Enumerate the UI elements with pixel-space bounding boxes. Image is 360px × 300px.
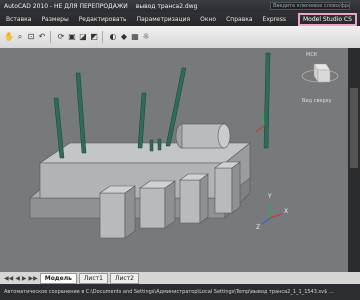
tab-model[interactable]: Модель	[39, 272, 77, 284]
menu-item-parametric[interactable]: Параметризация	[137, 16, 191, 23]
menu-item-modify[interactable]: Редактировать	[79, 16, 127, 23]
document-name: вывод транса2.dwg	[135, 2, 198, 10]
ucs-x-label: X	[284, 208, 289, 215]
drawing-viewport[interactable]: МСК Вид сверху X Y Z	[0, 48, 348, 272]
zoom-realtime-icon[interactable]: ⌕	[15, 32, 25, 42]
camera-icon[interactable]: ▣	[67, 32, 77, 42]
menu-item-model-studio[interactable]: Model Studio CS	[297, 12, 357, 26]
tab-next-icon[interactable]: ▶	[22, 275, 27, 282]
materials-icon[interactable]: ▦	[130, 32, 140, 42]
lights-icon[interactable]: ☼	[141, 32, 151, 42]
visual-style-icon[interactable]: ◐	[108, 32, 118, 42]
tab-prev-icon[interactable]: ◀	[15, 275, 20, 282]
viewcube	[301, 63, 339, 83]
toolbar-separator	[50, 31, 54, 43]
tab-last-icon[interactable]: ▶▶	[28, 275, 37, 282]
menu-item-insert[interactable]: Вставка	[6, 16, 31, 23]
search-input[interactable]: Введите ключевое слово/фразу	[270, 2, 350, 10]
app-title: AutoCAD 2010 - НЕ ДЛЯ ПЕРЕПРОДАЖИ	[4, 2, 128, 10]
pan-icon[interactable]: ✋	[4, 32, 14, 42]
zoom-window-icon[interactable]: ⊡	[26, 32, 36, 42]
ucs-icon	[261, 203, 283, 225]
toolbar: ✋ ⌕ ⊡ ↶ ⟳ ▣ ◪ ◩ ◐ ◆ ▦ ☼	[0, 26, 360, 48]
walk-icon[interactable]: ◪	[78, 32, 88, 42]
ucs-y-label: Y	[268, 193, 272, 200]
ucs-z-label: Z	[256, 224, 261, 231]
status-text: Автоматическое сохранение в C:\Documents…	[4, 289, 334, 295]
menu-item-dimensions[interactable]: Размеры	[41, 16, 68, 23]
vertical-scrollbar[interactable]	[348, 48, 360, 272]
zoom-previous-icon[interactable]: ↶	[37, 32, 47, 42]
model-view	[29, 52, 339, 239]
fly-icon[interactable]: ◩	[89, 32, 99, 42]
menu-item-window[interactable]: Окно	[200, 16, 216, 23]
menu-item-help[interactable]: Справка	[226, 16, 252, 23]
menu-bar: Вставка Размеры Редактировать Параметриз…	[0, 12, 360, 26]
tab-layout1[interactable]: Лист1	[78, 272, 108, 284]
tab-layout2[interactable]: Лист2	[109, 272, 139, 284]
status-bar: Автоматическое сохранение в C:\Documents…	[0, 284, 360, 300]
toolbar-separator	[102, 31, 106, 43]
viewcube-wcs-label[interactable]: МСК	[306, 52, 317, 58]
viewcube-view-label[interactable]: Вид сверху	[302, 98, 332, 104]
tab-first-icon[interactable]: ◀◀	[4, 275, 13, 282]
render-icon[interactable]: ◆	[119, 32, 129, 42]
move-gizmo	[255, 112, 265, 133]
menu-item-express[interactable]: Express	[263, 16, 286, 23]
scrollbar-thumb[interactable]	[350, 88, 358, 168]
insulator-bushings	[53, 52, 271, 159]
orbit-icon[interactable]: ⟳	[56, 32, 66, 42]
conservator-end-right	[217, 123, 231, 149]
layout-tabs: ◀◀ ◀ ▶ ▶▶ Модель Лист1 Лист2	[0, 272, 360, 284]
